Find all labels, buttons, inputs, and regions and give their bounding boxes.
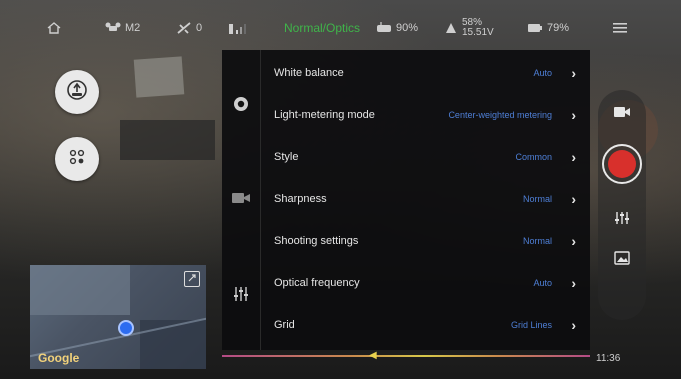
- remote-battery: 90%: [376, 8, 418, 48]
- grid-dots-icon: [68, 148, 86, 171]
- camera-scene-shape: [120, 120, 215, 160]
- camera-controls: [598, 90, 646, 320]
- map-terrain: [30, 265, 130, 315]
- setting-value: Normal: [522, 194, 552, 204]
- drone-icon: [105, 22, 121, 34]
- setting-label: Optical frequency: [274, 277, 360, 289]
- setting-row-optical-frequency[interactable]: Optical frequency Auto ›: [260, 262, 590, 304]
- setting-row-shooting-settings[interactable]: Shooting settings Normal ›: [260, 220, 590, 262]
- setting-label: Grid: [274, 319, 295, 331]
- drone-status: M2: [105, 8, 140, 48]
- setting-row-light-metering[interactable]: Light-metering mode Center-weighted mete…: [260, 94, 590, 136]
- aircraft-voltage: 15.51V: [462, 27, 494, 38]
- camera-battery: 79%: [527, 8, 569, 48]
- map-provider-logo: Google: [38, 351, 80, 365]
- camera-parameters-button[interactable]: [598, 208, 646, 232]
- video-mode-icon: [613, 105, 631, 124]
- status-bar: M2 0 Normal/Optics 90% 58% 15.51V 79%: [30, 8, 655, 48]
- map-terrain: [140, 320, 206, 369]
- satellite-count: 0: [196, 22, 203, 34]
- setting-row-grid[interactable]: Grid Grid Lines ›: [260, 304, 590, 346]
- setting-row-style[interactable]: Style Common ›: [260, 136, 590, 178]
- sliders-icon: [232, 285, 250, 308]
- chevron-right-icon: ›: [571, 65, 576, 81]
- setting-value: Auto: [533, 278, 552, 288]
- satellite-icon: [176, 21, 192, 35]
- timeline-marker-icon[interactable]: ◀: [369, 351, 379, 361]
- setting-value: Center-weighted metering: [448, 110, 552, 120]
- takeoff-button[interactable]: [55, 70, 99, 114]
- remote-controller-icon: [376, 22, 392, 34]
- chevron-right-icon: ›: [571, 317, 576, 333]
- home-button[interactable]: [46, 8, 62, 48]
- flight-timeline[interactable]: ◀: [222, 350, 590, 364]
- camera-scene-shape: [133, 56, 185, 98]
- aircraft-battery-icon: [444, 21, 458, 35]
- remote-battery-percent: 90%: [396, 22, 419, 34]
- tab-camera-settings[interactable]: [222, 86, 260, 126]
- chevron-right-icon: ›: [571, 233, 576, 249]
- image-gallery-icon: [614, 250, 630, 270]
- expand-icon: [187, 270, 197, 288]
- record-icon: [608, 150, 636, 178]
- drone-model-label: M2: [125, 22, 141, 34]
- tab-adjust-settings[interactable]: [222, 276, 260, 316]
- camera-battery-percent: 79%: [547, 22, 570, 34]
- signal-bars-icon: [228, 21, 248, 35]
- setting-label: Style: [274, 151, 299, 163]
- camera-mode-button[interactable]: [598, 102, 646, 126]
- setting-row-white-balance[interactable]: White balance Auto ›: [260, 52, 590, 94]
- timeline-bar: [222, 355, 590, 357]
- flight-time: 11:36: [596, 353, 621, 364]
- mode-switch-button[interactable]: [55, 137, 99, 181]
- camera-aperture-icon: [232, 95, 250, 118]
- setting-label: Light-metering mode: [274, 109, 375, 121]
- setting-label: White balance: [274, 67, 344, 79]
- chevron-right-icon: ›: [571, 275, 576, 291]
- record-ring: [602, 144, 642, 184]
- setting-label: Shooting settings: [274, 235, 359, 247]
- chevron-right-icon: ›: [571, 191, 576, 207]
- satellite-status: 0: [176, 8, 202, 48]
- setting-value: Grid Lines: [510, 320, 552, 330]
- menu-button[interactable]: [612, 8, 628, 48]
- camera-battery-icon: [527, 22, 543, 34]
- camera-settings-panel: White balance Auto › Light-metering mode…: [222, 50, 590, 350]
- setting-value: Common: [515, 152, 552, 162]
- mini-map[interactable]: Google: [30, 265, 206, 369]
- setting-value: Normal: [522, 236, 552, 246]
- gallery-button[interactable]: [598, 248, 646, 272]
- flight-app-screen: M2 0 Normal/Optics 90% 58% 15.51V 79% Go…: [0, 0, 681, 379]
- video-camera-icon: [231, 191, 251, 210]
- chevron-right-icon: ›: [571, 149, 576, 165]
- aircraft-location-marker: [118, 320, 134, 336]
- tab-video-settings[interactable]: [222, 180, 260, 220]
- takeoff-icon: [66, 79, 88, 106]
- chevron-right-icon: ›: [571, 107, 576, 123]
- signal-status: [228, 8, 248, 48]
- record-button[interactable]: [598, 142, 646, 186]
- aircraft-battery: 58% 15.51V: [444, 8, 494, 48]
- hamburger-menu-icon: [612, 21, 628, 35]
- setting-value: Auto: [533, 68, 552, 78]
- settings-list: White balance Auto › Light-metering mode…: [260, 50, 590, 350]
- sliders-icon: [614, 210, 630, 231]
- settings-side-tabs: [222, 50, 261, 350]
- map-expand-button[interactable]: [184, 271, 200, 287]
- setting-row-sharpness[interactable]: Sharpness Normal ›: [260, 178, 590, 220]
- home-icon: [46, 20, 62, 36]
- setting-label: Sharpness: [274, 193, 327, 205]
- flight-mode-label: Normal/Optics: [284, 21, 361, 35]
